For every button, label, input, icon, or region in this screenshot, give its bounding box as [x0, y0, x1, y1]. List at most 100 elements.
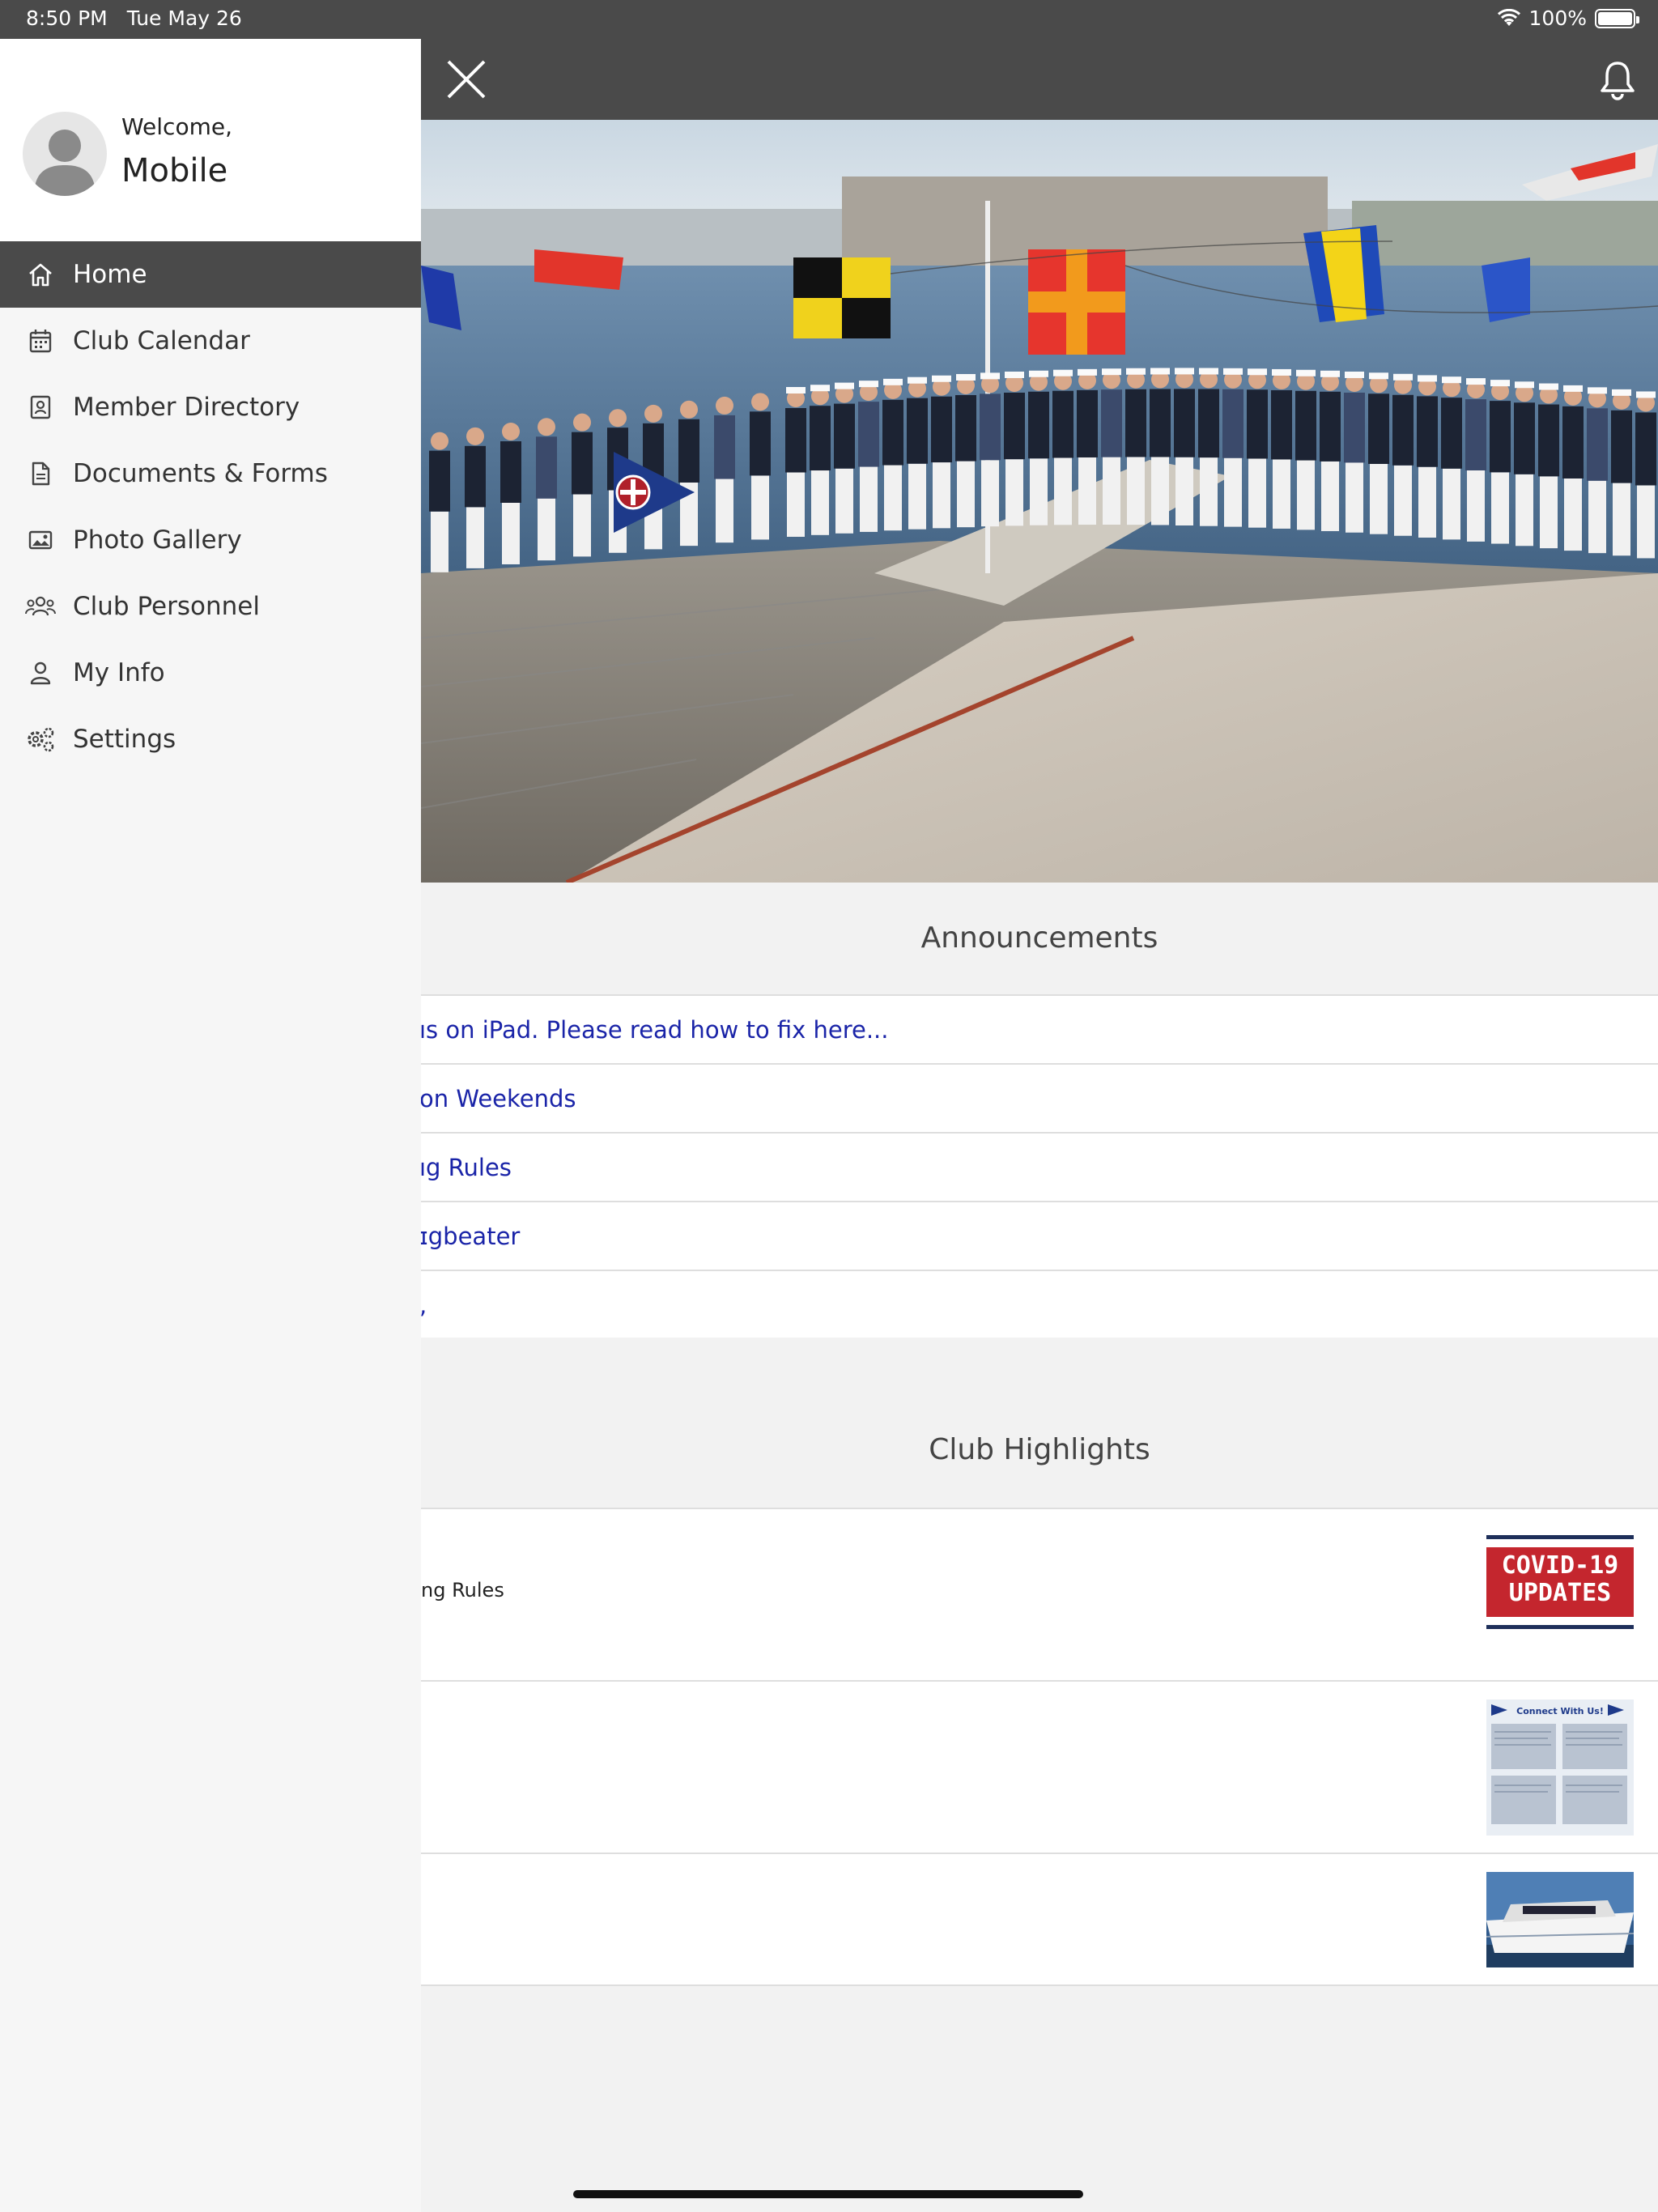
thumb-line-1: COVID-19: [1501, 1551, 1619, 1580]
crowd-figure: [1028, 370, 1049, 525]
menu-item-home[interactable]: Home: [0, 241, 421, 308]
crowd-figure: [1538, 383, 1559, 549]
highlight-item[interactable]: ng Rules COVID-19 UPDATES: [421, 1509, 1658, 1682]
person-icon: [24, 657, 57, 689]
photo-icon: [24, 524, 57, 556]
welcome-label: Welcome,: [121, 113, 232, 140]
crowd-figure: [1368, 372, 1389, 534]
menu-item-club-personnel[interactable]: Club Personnel: [0, 573, 421, 640]
crowd-figure: [785, 386, 806, 537]
crowd-figure: [572, 413, 593, 557]
menu-label: My Info: [73, 658, 165, 687]
crowd-figure: [1295, 369, 1316, 530]
crowd-figure: [1635, 391, 1656, 559]
highlight-item[interactable]: [421, 1854, 1658, 1986]
crowd-figure: [1150, 368, 1171, 525]
highlights-title: Club Highlights: [421, 1338, 1658, 1508]
close-icon: [447, 60, 486, 99]
menu-item-settings[interactable]: Settings: [0, 706, 421, 772]
battery-percent: 100%: [1528, 6, 1587, 30]
crowd-figure: [1004, 371, 1025, 526]
calendar-icon: [24, 325, 57, 357]
crowd-figure: [1077, 368, 1098, 525]
wifi-icon: [1497, 8, 1520, 26]
announcement-item[interactable]: ıg Rules: [421, 1134, 1658, 1202]
announcement-item[interactable]: ,: [421, 1271, 1658, 1340]
thumb-line-2: UPDATES: [1508, 1579, 1612, 1607]
notifications-button[interactable]: [1595, 57, 1640, 102]
crowd-figure: [1490, 380, 1511, 544]
user-name: Mobile: [121, 152, 228, 189]
crowd-figure: [858, 381, 879, 532]
crowd-figure: [465, 427, 486, 568]
announcements-list: ıs on iPad. Please read how to fix here.…: [421, 994, 1658, 1340]
announcement-item[interactable]: on Weekends: [421, 1065, 1658, 1134]
menu-item-club-calendar[interactable]: Club Calendar: [0, 308, 421, 374]
crowd-figure: [907, 376, 928, 530]
side-drawer: Welcome, Mobile Home Club Calendar Membe…: [0, 39, 421, 2212]
menu-label: Photo Gallery: [73, 525, 242, 555]
crowd-figure: [1101, 368, 1122, 525]
status-bar: 8:50 PM Tue May 26 100%: [0, 0, 1658, 39]
menu-label: Documents & Forms: [73, 459, 328, 488]
menu-label: Club Personnel: [73, 592, 260, 621]
crowd-figure: [1271, 368, 1292, 529]
bell-icon: [1601, 62, 1635, 100]
crowd-figure: [678, 400, 699, 547]
crowd-figure: [980, 372, 1001, 527]
crowd-figure: [500, 423, 521, 564]
crowd-figure: [955, 373, 976, 528]
crowd-figure: [1587, 387, 1608, 554]
announcement-item[interactable]: ıs on iPad. Please read how to fix here.…: [421, 996, 1658, 1065]
announcement-item[interactable]: ɪgbeater: [421, 1202, 1658, 1271]
crowd-figure: [1247, 368, 1268, 528]
settings-icon: [24, 723, 57, 755]
crowd-figure: [714, 396, 735, 543]
status-date: Tue May 26: [126, 6, 242, 30]
highlight-item[interactable]: Connect With Us!: [421, 1682, 1658, 1854]
home-indicator[interactable]: [573, 2190, 1083, 2198]
crowd-figure: [536, 418, 557, 561]
home-icon: [24, 258, 57, 291]
crowd-figure: [429, 432, 450, 572]
menu-item-member-directory[interactable]: Member Directory: [0, 374, 421, 440]
people-icon: [24, 590, 57, 623]
menu-item-photo-gallery[interactable]: Photo Gallery: [0, 507, 421, 573]
crowd-figure: [1198, 368, 1219, 526]
menu-label: Club Calendar: [73, 326, 250, 355]
crowd-figure: [1174, 368, 1195, 525]
crowd-figure: [1562, 385, 1584, 551]
user-silhouette-icon: [34, 130, 96, 196]
yacht-thumbnail: [1486, 1872, 1634, 1967]
crowd-figure: [1052, 369, 1073, 525]
crowd-figure: [1344, 371, 1365, 533]
battery-icon: [1595, 8, 1639, 28]
crowd-figure: [882, 378, 903, 531]
announcements-title: Announcements: [421, 883, 1658, 994]
connect-thumbnail: Connect With Us!: [1486, 1699, 1634, 1836]
menu-label: Home: [73, 260, 147, 289]
menu-label: Member Directory: [73, 393, 300, 422]
avatar: [23, 112, 107, 196]
crowd-figure: [1222, 368, 1244, 527]
close-drawer-button[interactable]: [445, 58, 487, 100]
document-icon: [24, 457, 57, 490]
crowd-figure: [1417, 375, 1438, 538]
crowd-figure: [1441, 376, 1462, 540]
highlights-list: ng Rules COVID-19 UPDATES Connect With U…: [421, 1508, 1658, 1986]
menu-item-documents-forms[interactable]: Documents & Forms: [0, 440, 421, 507]
crowd-figure: [1465, 378, 1486, 542]
crowd-figure: [834, 382, 855, 534]
menu-label: Settings: [73, 725, 176, 754]
covid-updates-thumbnail: COVID-19 UPDATES: [1486, 1535, 1634, 1629]
profile-header: Welcome, Mobile: [0, 39, 421, 241]
crowd-figure: [750, 393, 771, 540]
menu-item-my-info[interactable]: My Info: [0, 640, 421, 706]
crowd-figure: [1392, 373, 1414, 536]
crowd-figure: [810, 385, 831, 535]
highlight-title: ng Rules: [421, 1579, 504, 1602]
crowd-figure: [1125, 368, 1146, 525]
crowd-figure: [931, 375, 952, 529]
top-bar: [421, 39, 1658, 120]
directory-icon: [24, 391, 57, 423]
